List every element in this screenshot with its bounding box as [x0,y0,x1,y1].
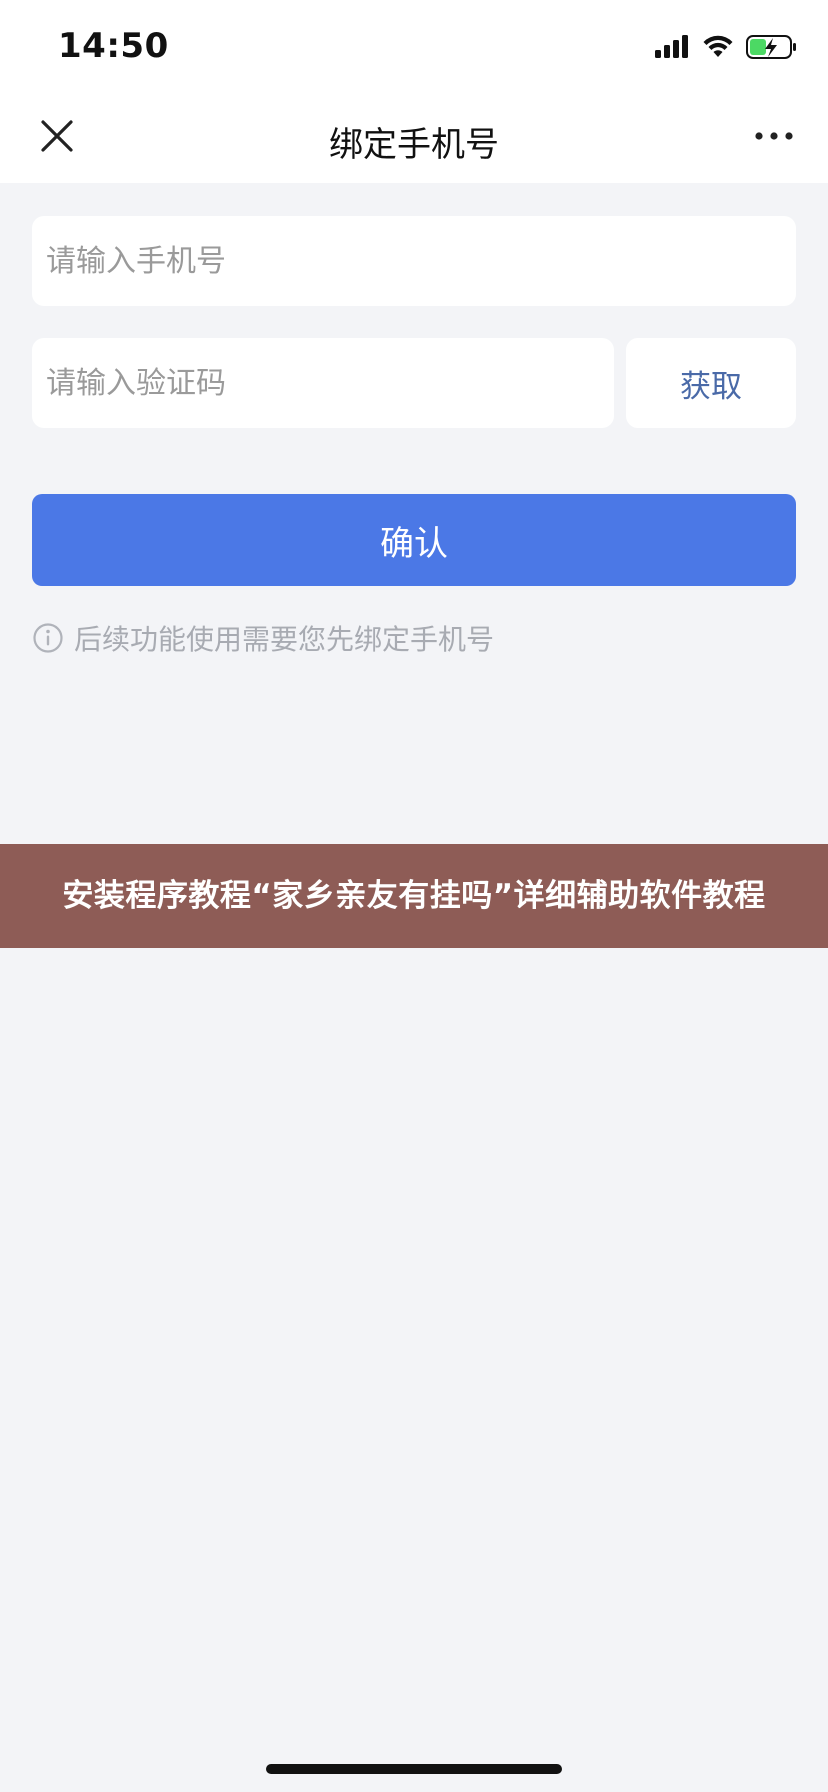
phone-input[interactable] [32,216,796,306]
status-bar: 14:50 [0,0,828,95]
wifi-icon [703,35,733,57]
more-icon[interactable] [754,125,794,147]
home-indicator[interactable] [266,1764,562,1774]
confirm-button[interactable]: 确认 [32,494,796,586]
overlay-banner: 安装程序教程“家乡亲友有挂吗”详细辅助软件教程 [0,844,828,948]
status-icons [654,34,798,60]
info-icon [33,623,63,653]
status-time: 14:50 [58,26,169,66]
hint-row: 后续功能使用需要您先绑定手机号 [32,618,494,658]
hint-text: 后续功能使用需要您先绑定手机号 [74,623,495,656]
screen: 14:50 绑定手机号 请输入手机号 请输入验证码 获取 确认 后续功能使用需要… [0,0,828,1792]
phone-field [32,216,796,306]
banner-text: 安装程序教程“家乡亲友有挂吗”详细辅助软件教程 [62,878,766,914]
code-field [32,338,614,428]
battery-charging-icon [746,35,796,59]
page-title: 绑定手机号 [329,125,499,165]
signal-icon [655,35,688,58]
get-code-button[interactable]: 获取 [626,338,796,428]
verification-code-input[interactable] [32,338,614,428]
nav-bar: 绑定手机号 [0,95,828,183]
